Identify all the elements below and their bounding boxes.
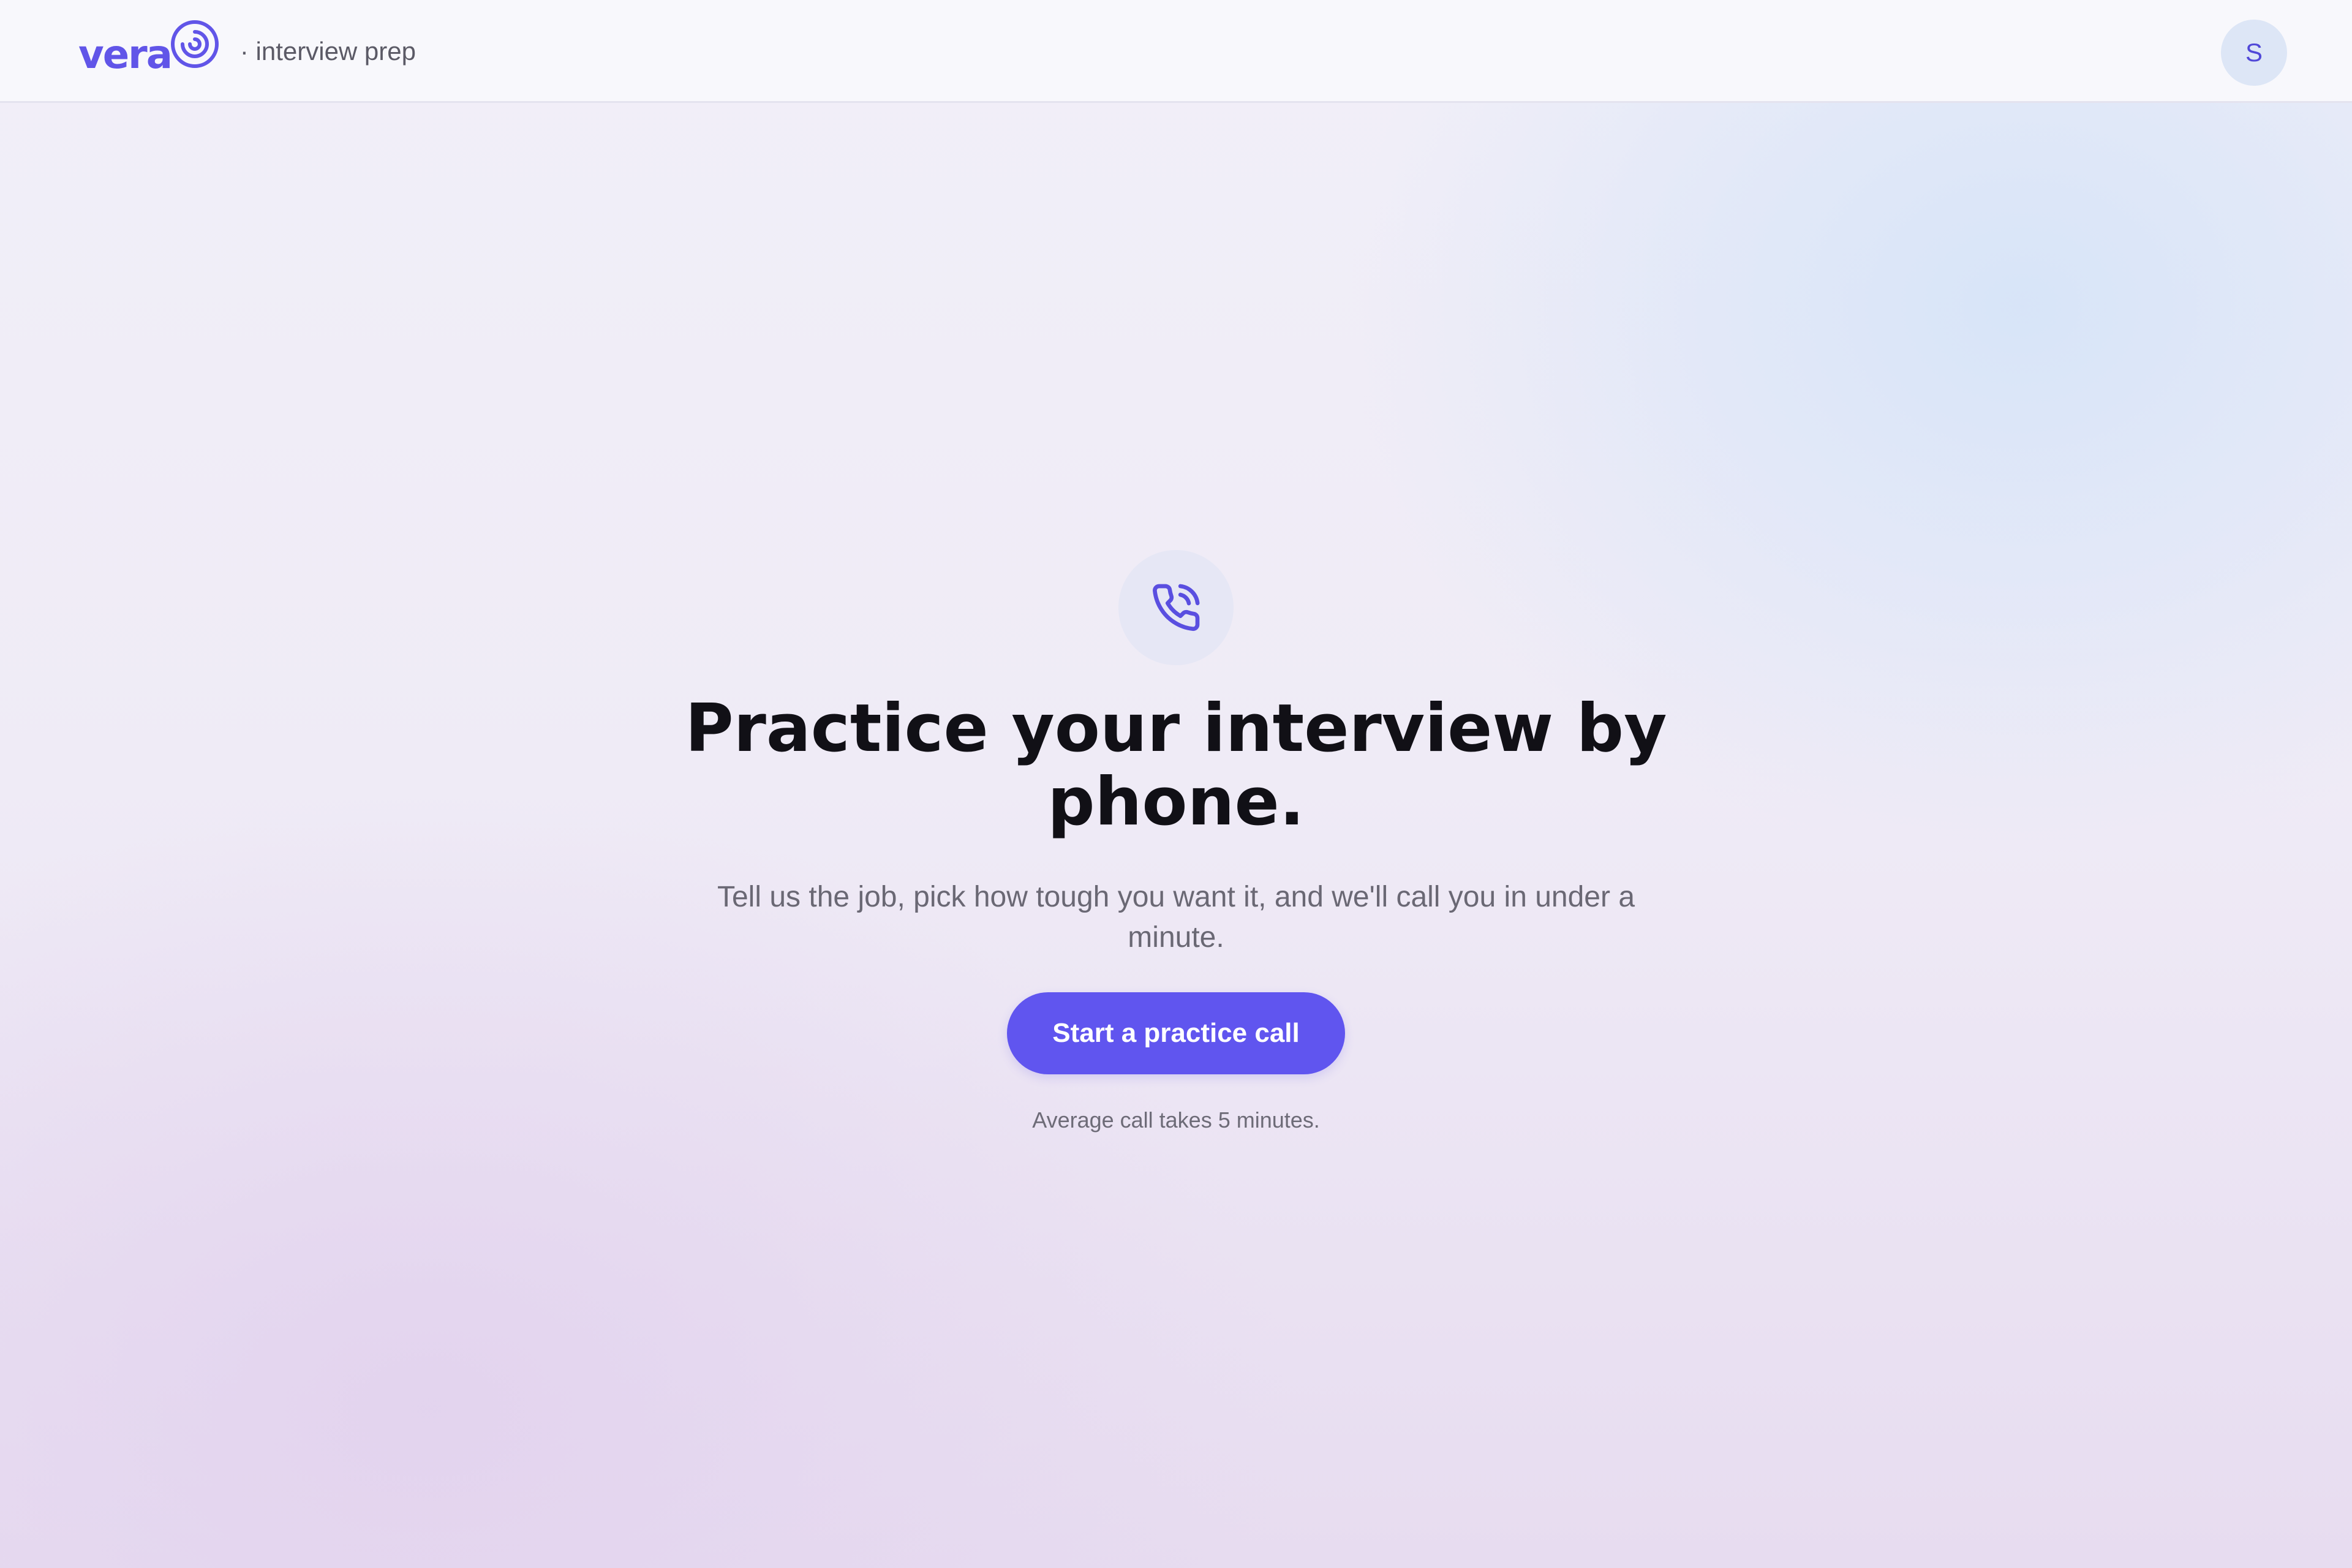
top-bar: vera · interview prep S [0,0,2352,103]
vera-logo: vera [78,20,223,80]
call-duration-note: Average call takes 5 minutes. [1032,1107,1320,1133]
avatar[interactable]: S [2221,20,2287,86]
brand[interactable]: vera · interview prep [78,20,416,80]
avatar-initial: S [2245,38,2263,67]
hero-subtitle: Tell us the job, pick how tough you want… [717,881,1635,954]
hero-icon-badge [1118,550,1234,665]
page-title: Practice your interview by phone. [685,690,1667,840]
signal-rings-icon [170,20,219,68]
brand-name: vera [78,32,173,78]
brand-suffix: · interview prep [239,37,416,66]
start-practice-call-button[interactable]: Start a practice call [1007,992,1345,1074]
phone-call-icon [1153,584,1200,631]
